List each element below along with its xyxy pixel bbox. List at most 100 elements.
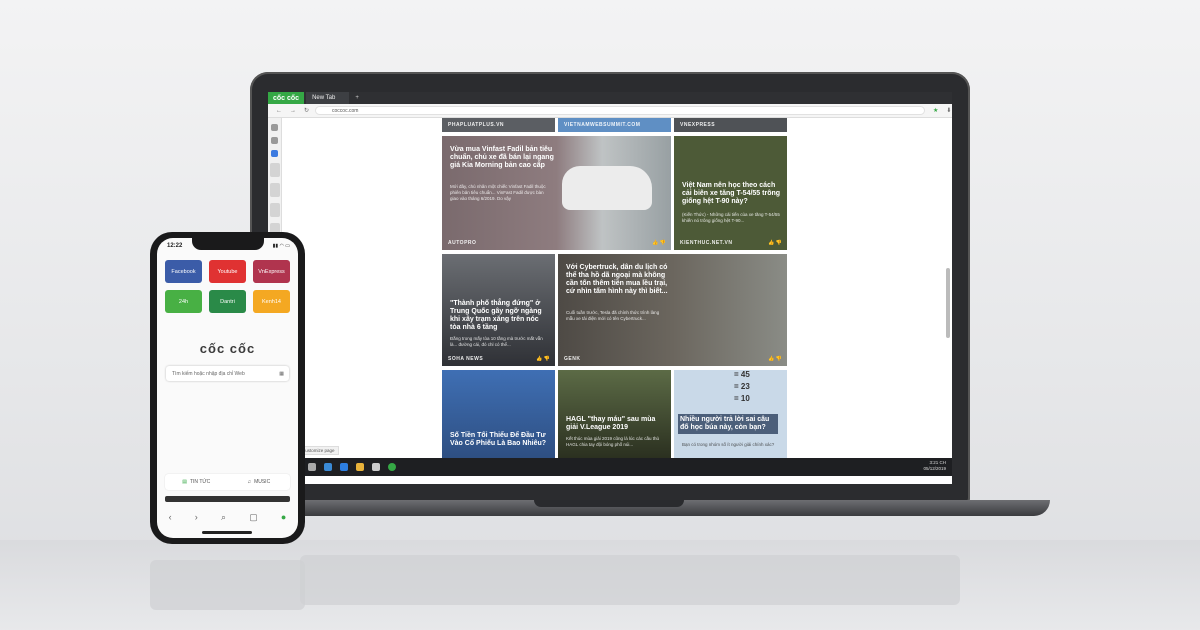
card-summary: (Kiến Thức) - Những cải tiến của xe tăng… [682,212,780,223]
tile-kenh14[interactable]: Kenh14 [253,290,290,313]
feed-card-hagl[interactable]: HAGL "thay máu" sau mùa giải V.League 20… [558,370,671,458]
phone-time: 12:22 [167,243,183,249]
card-title: Vừa mua Vinfast Fadil bản tiêu chuẩn, ch… [450,146,554,169]
feed-card-vinfast[interactable]: Vừa mua Vinfast Fadil bản tiêu chuẩn, ch… [442,136,671,250]
feed-card-stocks[interactable]: Số Tiền Tối Thiểu Để Đầu Tư Vào Cổ Phiếu… [442,370,555,458]
feed-strip-2[interactable]: VIETNAMWEBSUMMIT.COM [558,118,671,132]
edge-icon[interactable] [340,463,348,471]
phone-status-icons: ▮▮ ◠ ▭ [272,243,290,249]
home-indicator [202,531,252,534]
back-icon[interactable]: ‹ [169,512,172,522]
sidebar-slot-2[interactable] [269,203,280,217]
phone-content-bar [165,496,290,502]
qr-icon[interactable]: ▦ [279,371,284,377]
card-source: VIETNAMWEBSUMMIT.COM [564,122,641,128]
tab-news[interactable]: ▤ TIN TỨC [165,474,228,490]
car-image [562,166,652,210]
bookmark-star-icon[interactable]: ★ [933,107,938,114]
like-icons[interactable]: 👍 👎 [652,240,666,246]
tab-music[interactable]: ♫ MUSIC [228,474,291,490]
card-title: Nhiều người trả lời sai câu đố học búa n… [678,414,778,434]
feed-card-puzzle[interactable]: = 45 = 23 = 10 Nhiều người trả lời sai c… [674,370,787,458]
puzzle-line-1: = 45 [734,370,750,379]
phone-notch [192,238,264,250]
new-tab-feed: PHAPLUATPLUS.VN VIETNAMWEBSUMMIT.COM VNE… [282,118,952,458]
phone-screen: 12:22 ▮▮ ◠ ▭ Facebook Youtube VnExpress … [157,238,298,538]
card-summary: Kết thúc mùa giải 2019 cũng là lúc các c… [566,436,660,447]
task-view-icon[interactable] [308,463,316,471]
like-icons[interactable]: 👍 👎 [536,356,550,362]
card-source: GENK [564,356,581,362]
search-icon[interactable]: ⌕ [221,512,226,523]
new-tab-button[interactable]: + [355,95,359,101]
card-title: Việt Nam nên học theo cách cải biên xe t… [682,182,781,205]
puzzle-line-3: = 10 [734,394,750,403]
tile-24h[interactable]: 24h [165,290,202,313]
taskbar-date: 05/12/2019 [923,466,946,471]
feed-strip-1[interactable]: PHAPLUATPLUS.VN [442,118,555,132]
card-source: SOHA NEWS [448,356,484,362]
feed-card-building[interactable]: "Thành phố thẳng đứng" ở Trung Quốc gây … [442,254,555,366]
phone-tabs: ▤ TIN TỨC ♫ MUSIC [165,474,290,490]
like-icons[interactable]: 👍 👎 [768,240,782,246]
laptop-screen: cốc cốc New Tab + ← → ↻ coccoc.com ★ ⬇ P… [268,92,952,484]
card-source: PHAPLUATPLUS.VN [448,122,505,128]
card-title: Số Tiền Tối Thiểu Để Đầu Tư Vào Cổ Phiếu… [450,432,547,447]
tile-vnexpress[interactable]: VnExpress [253,260,290,283]
feed-strip-3[interactable]: VNEXPRESS [674,118,787,132]
explorer-icon[interactable] [356,463,364,471]
card-summary: Đằng trong mấy tòa 10 tầng mà trước mắt … [450,336,543,347]
coccoc-menu-icon[interactable]: ● [281,512,286,522]
add-shortcut-icon[interactable] [269,163,280,177]
tabs-icon[interactable]: ▢ [249,512,258,523]
laptop-notch [534,500,684,507]
tile-youtube[interactable]: Youtube [209,260,246,283]
laptop-reflection [300,555,960,605]
card-source: AUTOPRO [448,240,477,246]
coccoc-taskbar-icon[interactable] [388,463,396,471]
settings-icon[interactable] [271,124,278,131]
tile-dantri[interactable]: Dantri [209,290,246,313]
phone-reflection [150,560,305,610]
tab-news-label: TIN TỨC [189,479,211,485]
search-placeholder: Tìm kiếm hoặc nhập địa chỉ Web [172,370,245,377]
music-icon: ♫ [247,479,252,485]
reload-icon[interactable]: ↻ [304,107,309,114]
card-title: HAGL "thay máu" sau mùa giải V.League 20… [566,416,656,431]
back-icon[interactable]: ← [276,108,282,114]
tile-facebook[interactable]: Facebook [165,260,202,283]
scrollbar[interactable] [946,268,950,338]
download-icon[interactable]: ⬇ [946,107,951,114]
tab-music-label: MUSIC [254,479,271,485]
phone-nav-bar: ‹ › ⌕ ▢ ● [157,506,298,528]
forward-icon[interactable]: → [290,108,296,114]
address-bar[interactable]: coccoc.com [315,106,926,115]
forward-icon[interactable]: › [195,512,198,522]
address-row: ← → ↻ coccoc.com ★ ⬇ [268,104,952,118]
card-source: VNEXPRESS [680,122,716,128]
card-title: Với Cybertruck, dân du lịch có thể tha h… [566,264,668,295]
phone-logo: cốc cốc [199,341,256,356]
card-summary: Cuối tuần trước, Tesla đã chính thức trì… [566,310,660,321]
windows-taskbar: 3:21 CH 05/12/2019 [268,458,952,476]
card-source: KIENTHUC.NET.VN [680,240,733,246]
tab-bar: cốc cốc New Tab + [268,92,952,104]
puzzle-line-2: = 23 [734,382,750,391]
tab-new-tab[interactable]: New Tab [306,92,350,104]
phone-search-input[interactable]: Tìm kiếm hoặc nhập địa chỉ Web ▦ [166,366,289,381]
card-summary: Bạn có trong nhóm số ít người giải chính… [682,442,775,447]
sidebar-slot-1[interactable] [269,183,280,197]
history-icon[interactable] [271,137,278,144]
feed-card-tank[interactable]: Việt Nam nên học theo cách cải biên xe t… [674,136,787,250]
browser-logo[interactable]: cốc cốc [268,92,305,104]
card-title: "Thành phố thẳng đứng" ở Trung Quốc gây … [450,300,542,331]
news-icon: ▤ [182,479,187,485]
store-icon[interactable] [324,463,332,471]
mail-icon[interactable] [372,463,380,471]
card-summary: Mới đây, chủ nhân một chiếc Vinfast Fadi… [450,184,546,201]
address-url: coccoc.com [332,107,359,114]
feed-card-cybertruck[interactable]: Với Cybertruck, dân du lịch có thể tha h… [558,254,787,366]
messenger-icon[interactable] [271,150,278,157]
taskbar-clock[interactable]: 3:21 CH 05/12/2019 [923,460,946,472]
like-icons[interactable]: 👍 👎 [768,356,782,362]
